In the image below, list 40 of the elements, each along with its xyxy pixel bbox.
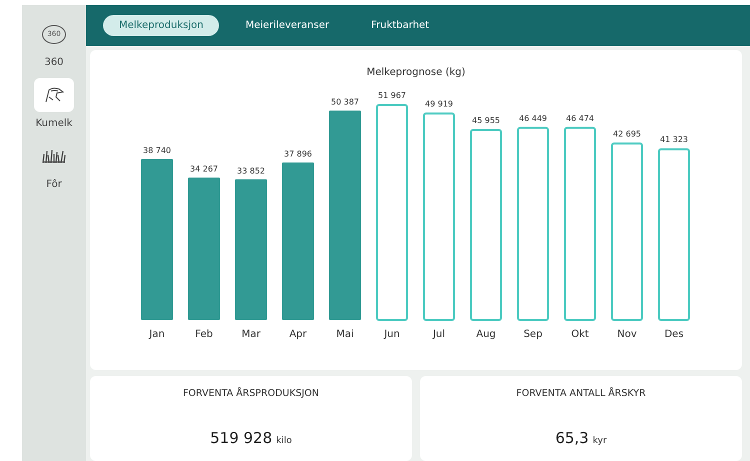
chart-title: Melkeprognose (kg) <box>366 67 466 78</box>
month-label: Mai <box>336 329 354 340</box>
sidebar-label: Kumelk <box>36 118 72 129</box>
sidebar-label: 360 <box>44 57 64 68</box>
month-label: Jul <box>432 329 446 340</box>
value-label: 33 852 <box>237 166 265 176</box>
stat-title: FORVENTA ANTALL ÅRSKYR <box>516 388 646 399</box>
stat-title: FORVENTA ÅRSPRODUKSJON <box>182 388 320 399</box>
sidebar-item[interactable] <box>34 78 74 112</box>
stat-unit: kilo <box>276 436 292 446</box>
month-label: Mar <box>242 329 260 340</box>
month-label: Apr <box>289 329 307 340</box>
sidebar-label: Fôr <box>46 179 62 190</box>
value-label: 50 387 <box>331 98 359 107</box>
value-label: 42 695 <box>613 130 641 139</box>
value-label: 46 474 <box>566 114 594 123</box>
value-label: 41 323 <box>660 135 688 144</box>
tab[interactable]: Meierileveranser <box>229 15 346 36</box>
value-label: 46 449 <box>519 114 547 123</box>
month-label: Okt <box>571 329 589 340</box>
value-label: 37 896 <box>284 149 312 158</box>
month-label: Feb <box>195 329 213 340</box>
tab[interactable]: Melkeproduksjon <box>103 15 220 36</box>
value-label: 49 919 <box>425 100 453 108</box>
value-label: 34 267 <box>190 164 218 174</box>
cow-head-icon <box>43 86 65 104</box>
value-label: 38 740 <box>143 146 171 155</box>
value-label: 45 955 <box>472 116 500 125</box>
month-label: Des <box>664 329 684 340</box>
stat-unit: kyr <box>592 436 607 446</box>
stat-value: 519 928 <box>210 429 272 447</box>
value-label: 51 967 <box>378 91 406 100</box>
month-label: Jun <box>384 329 400 340</box>
month-label: Aug <box>476 329 496 340</box>
tab[interactable]: Fruktbarhet <box>355 15 446 36</box>
month-label: Sep <box>524 329 542 340</box>
month-label: Nov <box>617 329 637 340</box>
stat-value: 65,3 <box>555 429 589 447</box>
month-label: Jan <box>149 329 165 340</box>
grass-icon <box>42 149 66 163</box>
